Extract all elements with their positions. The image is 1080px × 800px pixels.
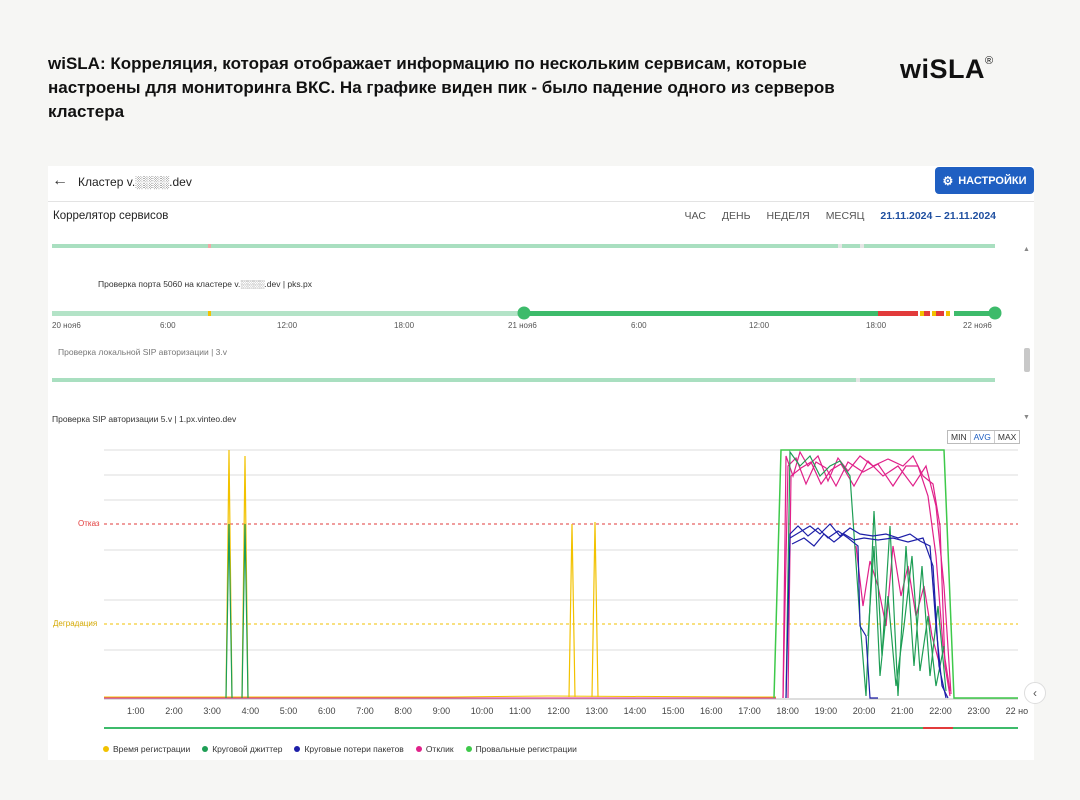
app-panel: ← Кластер v.░░░░.dev ⚙ НАСТРОЙКИ Корреля… xyxy=(48,166,1034,760)
legend-label: Провальные регистрации xyxy=(475,744,577,754)
series-spike-registration-time xyxy=(591,521,599,698)
x-tick-label: 8:00 xyxy=(394,706,412,716)
collapse-chevron-icon[interactable]: ‹ xyxy=(1024,682,1046,704)
threshold-label-fail: Отказ xyxy=(78,519,100,528)
x-tick-label: 22 но xyxy=(1005,706,1029,716)
x-tick-label: 14:00 xyxy=(623,706,647,716)
registered-mark: ® xyxy=(985,55,994,67)
x-tick-label: 18:00 xyxy=(776,706,799,716)
wisla-logo: wiSLA® xyxy=(900,54,994,85)
x-tick-label: 5:00 xyxy=(279,706,298,716)
x-tick-label: 3:00 xyxy=(203,706,221,716)
series-line-response xyxy=(782,450,951,699)
series-line-response xyxy=(782,456,951,699)
bottom-status-strip xyxy=(104,727,1018,729)
x-tick-label: 10:00 xyxy=(470,706,494,716)
x-tick-label: 6:00 xyxy=(318,706,336,716)
x-tick-label: 1:00 xyxy=(127,706,145,716)
legend-dot xyxy=(103,746,109,752)
headline: wiSLA: Корреляция, которая отображает ин… xyxy=(48,54,835,121)
legend-label: Время регистрации xyxy=(113,744,191,754)
x-tick-label: 21:00 xyxy=(891,706,914,716)
x-tick-label: 12:00 xyxy=(547,706,570,716)
x-tick-label: 2:00 xyxy=(165,706,183,716)
legend-label: Отклик xyxy=(425,744,454,754)
logo-text: wiSLA xyxy=(900,54,986,84)
x-tick-label: 23:00 xyxy=(967,706,990,716)
x-tick-label: 17:00 xyxy=(738,706,761,716)
metrics-chart xyxy=(104,449,1018,729)
legend-item[interactable]: Круговые потери пакетов xyxy=(294,744,404,754)
series-line-response xyxy=(787,460,952,699)
threshold-label-degrade: Деградация xyxy=(53,619,98,628)
legend-item[interactable]: Время регистрации xyxy=(103,744,190,754)
series-line-registration-time xyxy=(104,695,776,698)
x-tick-label: 9:00 xyxy=(432,706,451,716)
legend-item[interactable]: Круговой джиттер xyxy=(202,744,282,754)
legend-dot xyxy=(202,746,209,752)
legend-dot xyxy=(465,746,472,752)
x-tick-label: 22:00 xyxy=(929,706,952,716)
x-tick-label: 15:00 xyxy=(661,706,685,716)
legend-item[interactable]: Провальные регистрации xyxy=(465,744,577,754)
chart-legend: Время регистрации Круговой джиттер Круго… xyxy=(103,744,577,754)
x-tick-label: 13:00 xyxy=(585,706,608,716)
legend-dot xyxy=(415,746,422,752)
legend-label: Круговой джиттер xyxy=(212,744,283,754)
legend-dot xyxy=(294,746,301,752)
x-tick-label: 20:00 xyxy=(852,706,876,716)
legend-label: Круговые потери пакетов xyxy=(304,744,404,754)
x-tick-label: 7:00 xyxy=(356,706,374,716)
legend-item[interactable]: Отклик xyxy=(415,744,454,754)
x-tick-label: 19:00 xyxy=(814,706,838,716)
x-tick-label: 16:00 xyxy=(700,706,723,716)
x-tick-label: 4:00 xyxy=(241,706,260,716)
x-tick-label: 11:00 xyxy=(509,706,531,716)
bottom-status-fail xyxy=(923,727,953,729)
